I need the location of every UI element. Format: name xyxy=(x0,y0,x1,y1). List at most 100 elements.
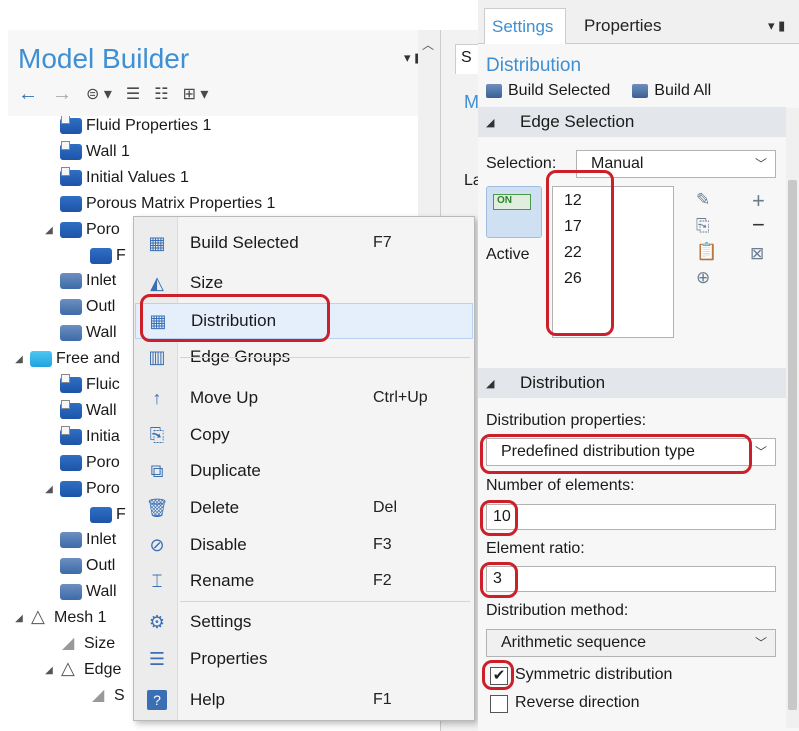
menu-item-rename[interactable]: ⌶ Rename F2 xyxy=(135,563,473,599)
tree-node[interactable]: ◢ Edge xyxy=(42,657,121,683)
menu-item-label: Properties xyxy=(190,649,268,668)
reverse-direction-checkbox[interactable] xyxy=(490,695,508,713)
annotation-highlight-edges xyxy=(546,170,614,336)
delete-icon: 🗑 xyxy=(145,497,169,518)
scroll-up-icon[interactable]: ︿ xyxy=(422,36,434,53)
menu-item-shortcut: F1 xyxy=(373,691,392,708)
rename-icon: ⌶ xyxy=(151,570,163,591)
add-icon[interactable]: + xyxy=(752,188,765,214)
tree-node[interactable]: Poro xyxy=(42,450,120,476)
build-selected-button[interactable]: Build Selected xyxy=(508,82,610,100)
tree-node[interactable]: Outl xyxy=(42,553,115,579)
tab-settings[interactable]: Settings xyxy=(484,8,566,44)
tree-node[interactable]: Size xyxy=(42,631,115,657)
tree-node[interactable]: S xyxy=(72,683,125,709)
tree-node[interactable]: Outl xyxy=(42,294,115,320)
tree-node-icon xyxy=(60,116,82,134)
tree-node[interactable]: ◢ Poro xyxy=(42,217,120,243)
remove-icon[interactable]: − xyxy=(752,212,765,238)
menu-item-duplicate[interactable]: ⧉ Duplicate xyxy=(135,453,473,489)
expand-toggle-icon[interactable]: ◢ xyxy=(42,225,56,236)
tree-node[interactable]: Wall 1 xyxy=(42,139,130,165)
paste-selection-icon[interactable]: ✎ xyxy=(696,190,710,210)
menu-item-help[interactable]: ? Help F1 xyxy=(135,682,473,718)
menu-separator xyxy=(180,357,470,358)
settings-scrollbar-thumb[interactable] xyxy=(788,180,797,710)
menu-item-properties[interactable]: ☰ Properties xyxy=(135,641,473,677)
model-builder-title: Model Builder xyxy=(18,43,190,74)
settings-icon: ⚙ xyxy=(148,611,166,632)
tree-node[interactable]: Wall xyxy=(42,398,117,424)
tree-node[interactable]: F xyxy=(72,243,126,269)
number-of-elements-input[interactable]: 10 xyxy=(486,504,776,530)
menu-item-shortcut: F3 xyxy=(373,536,392,553)
on-switch-icon: ON xyxy=(493,194,531,210)
tree-node-label: Poro xyxy=(86,454,120,471)
tree-node[interactable]: ◢ Mesh 1 xyxy=(12,605,106,631)
expand-toggle-icon[interactable]: ◢ xyxy=(42,484,56,495)
model-builder-toolbar: ← → ⊜ ▾ ☰ ☷ ⊞ ▾ xyxy=(18,82,208,106)
tree-node[interactable]: Initia xyxy=(42,424,120,450)
tree-node-label: Wall xyxy=(86,583,117,600)
tree-node[interactable]: Initial Values 1 xyxy=(42,165,189,191)
distribution-method-dropdown[interactable]: Arithmetic sequence ﹀ xyxy=(486,629,776,657)
tree-node-icon xyxy=(60,584,82,600)
menu-item-move-up[interactable]: ↑ Move Up Ctrl+Up xyxy=(135,380,473,416)
menu-item-label: Duplicate xyxy=(190,461,261,480)
build-all-button[interactable]: Build All xyxy=(654,82,711,100)
menu-item-shortcut: F7 xyxy=(373,234,392,251)
tree-node[interactable]: ◢ Poro xyxy=(42,476,120,502)
menu-item-build-selected[interactable]: ▦ Build Selected F7 xyxy=(135,225,473,261)
menu-item-disable[interactable]: ⊘ Disable F3 xyxy=(135,527,473,563)
tree-node-icon xyxy=(60,558,82,574)
tree-node[interactable]: Wall xyxy=(42,320,117,346)
clear-selection-icon[interactable]: ⊠ xyxy=(750,244,764,264)
show-icon[interactable]: ⊜ ▾ xyxy=(86,84,112,104)
move-up-icon: ↑ xyxy=(152,387,162,408)
collapse-triangle-icon: ◢ xyxy=(486,377,495,390)
menu-item-label: Settings xyxy=(190,612,252,631)
annotation-highlight-symmetric xyxy=(482,660,514,690)
edge-selection-header[interactable]: ◢ Edge Selection xyxy=(478,107,786,137)
tree-node[interactable]: ◢ Free and xyxy=(12,346,120,372)
menu-item-delete[interactable]: 🗑 Delete Del xyxy=(135,490,473,526)
tree-node-label: Wall xyxy=(86,324,117,341)
menu-item-settings[interactable]: ⚙ Settings xyxy=(135,604,473,640)
clipboard-icon[interactable]: 📋 xyxy=(696,242,717,262)
tree-node[interactable]: Inlet xyxy=(42,527,116,553)
tree-node[interactable]: Fluid Properties 1 xyxy=(42,116,211,139)
tree-node[interactable]: F xyxy=(72,502,126,528)
tree-node-label: Fluic xyxy=(86,376,120,393)
distribution-header[interactable]: ◢ Distribution xyxy=(478,368,786,398)
tree-view-icon[interactable]: ⊞ ▾ xyxy=(183,84,209,104)
back-arrow-icon[interactable]: ← xyxy=(18,83,38,106)
tree-node-label: S xyxy=(114,687,125,704)
forward-arrow-icon[interactable]: → xyxy=(52,83,72,106)
copy-selection-icon[interactable]: ⎘ xyxy=(696,216,710,236)
tree-node[interactable]: Inlet xyxy=(42,268,116,294)
copy-icon: ⎘ xyxy=(149,424,165,445)
expand-toggle-icon[interactable]: ◢ xyxy=(12,354,26,365)
edge-selection-header-label: Edge Selection xyxy=(520,112,635,131)
tab-properties[interactable]: Properties xyxy=(577,8,681,44)
collapse-all-icon[interactable]: ☰ xyxy=(126,84,140,104)
tree-node-icon xyxy=(60,426,82,445)
tree-node-icon xyxy=(60,167,82,186)
tree-node-label: Outl xyxy=(86,298,116,315)
tree-node-icon xyxy=(90,685,110,705)
expand-all-icon[interactable]: ☷ xyxy=(154,84,168,104)
expand-toggle-icon[interactable]: ◢ xyxy=(12,613,26,624)
tree-node[interactable]: Wall xyxy=(42,579,117,605)
pin-icon[interactable]: ▾ ▮ xyxy=(768,18,785,34)
tree-node-label: Mesh 1 xyxy=(54,609,107,626)
menu-item-copy[interactable]: ⎘ Copy xyxy=(135,417,473,453)
annotation-highlight-properties xyxy=(480,434,752,474)
tree-node[interactable]: Fluic xyxy=(42,372,120,398)
tree-node-label: Wall xyxy=(86,402,117,419)
zoom-selection-icon[interactable]: ⊕ xyxy=(696,268,710,288)
chevron-down-icon: ﹀ xyxy=(754,157,767,171)
expand-toggle-icon[interactable]: ◢ xyxy=(42,665,56,676)
element-ratio-input[interactable]: 3 xyxy=(486,566,776,592)
tree-node[interactable]: Porous Matrix Properties 1 xyxy=(42,191,275,217)
tree-node-label: Edge xyxy=(84,661,122,678)
